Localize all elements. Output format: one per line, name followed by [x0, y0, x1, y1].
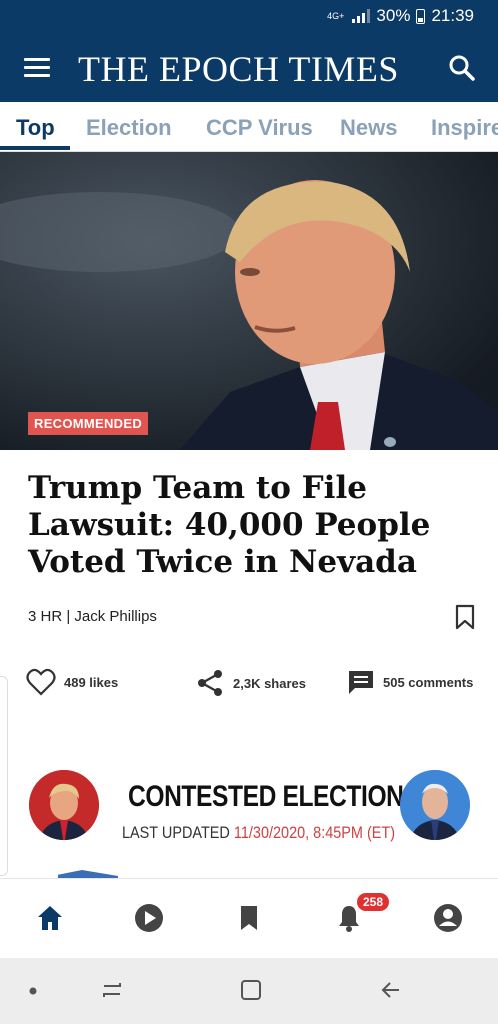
search-icon[interactable]	[448, 54, 476, 82]
hamburger-menu-icon[interactable]	[24, 58, 50, 78]
article-headline[interactable]: Trump Team to File Lawsuit: 40,000 Peopl…	[28, 470, 448, 581]
bottom-navigation: 258	[0, 878, 498, 958]
heart-icon	[26, 668, 56, 696]
network-type: 4G+	[327, 10, 345, 21]
contested-election-banner[interactable]: CONTESTED ELECTION LAST UPDATED 11/30/20…	[0, 762, 498, 852]
biden-avatar	[400, 770, 470, 840]
bookmark-icon[interactable]	[234, 903, 264, 933]
status-bar: 4G+ 30% 21:39	[0, 0, 498, 36]
share-button[interactable]: 2,3K shares	[195, 668, 306, 698]
tab-election[interactable]: Election	[86, 115, 172, 141]
comment-icon	[349, 671, 373, 694]
last-updated: LAST UPDATED 11/30/2020, 8:45PM (ET)	[122, 823, 395, 843]
battery-icon	[416, 8, 426, 24]
tab-inspire[interactable]: Inspire	[431, 115, 498, 141]
comments-button[interactable]: 505 comments	[347, 668, 473, 696]
status-indicators: 4G+ 30% 21:39	[327, 6, 474, 26]
tab-top[interactable]: Top	[16, 115, 55, 141]
system-navigation-bar	[0, 958, 498, 1024]
notification-badge: 258	[357, 893, 390, 911]
last-updated-label: LAST UPDATED	[122, 823, 234, 842]
app-bar: THE EPOCH TIMES	[0, 36, 498, 102]
battery-percent: 30%	[376, 6, 411, 25]
article-actions: 489 likes 2,3K shares 505 comments	[0, 668, 498, 704]
trump-avatar	[29, 770, 99, 840]
section-tabs: Top Election CCP Virus News Inspire	[0, 102, 498, 152]
like-button[interactable]: 489 likes	[26, 668, 118, 696]
bookmark-outline-icon[interactable]	[454, 604, 476, 630]
article-hero-image[interactable]	[0, 152, 498, 450]
contested-election-title: CONTESTED ELECTION	[128, 780, 404, 813]
signal-icon	[352, 9, 371, 23]
back-icon[interactable]	[378, 978, 402, 1002]
last-updated-date: 11/30/2020, 8:45PM (ET)	[233, 823, 396, 842]
shares-count: 2,3K shares	[233, 675, 306, 691]
share-icon	[198, 670, 222, 696]
play-video-icon[interactable]	[134, 903, 164, 933]
home-icon[interactable]	[35, 903, 65, 933]
clock: 21:39	[431, 6, 474, 25]
tab-ccp-virus[interactable]: CCP Virus	[206, 115, 313, 141]
likes-count: 489 likes	[64, 674, 119, 690]
hero-photo	[0, 152, 498, 450]
dot-icon[interactable]	[28, 986, 38, 996]
comments-count: 505 comments	[383, 674, 474, 690]
article-byline: 3 HR | Jack Phillips	[28, 608, 157, 625]
home-button-icon[interactable]	[239, 978, 263, 1002]
recommended-badge: RECOMMENDED	[28, 412, 149, 435]
recent-apps-icon[interactable]	[100, 978, 124, 1002]
active-tab-indicator	[0, 146, 70, 150]
tab-news[interactable]: News	[340, 115, 397, 141]
profile-icon[interactable]	[433, 903, 463, 933]
app-logo[interactable]: THE EPOCH TIMES	[78, 48, 399, 90]
